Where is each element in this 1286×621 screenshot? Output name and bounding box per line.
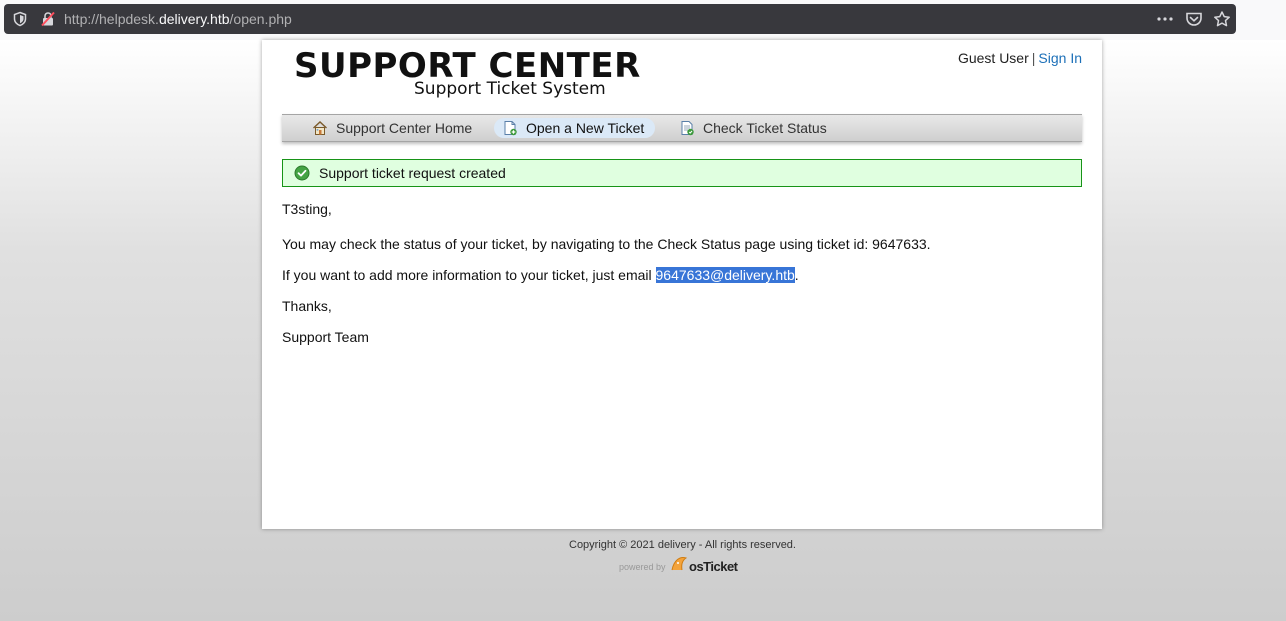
ticket-status-icon [681,121,694,136]
user-separator: | [1031,50,1036,66]
nav-item-open-ticket[interactable]: Open a New Ticket [494,118,655,138]
user-info: Guest User | Sign In [958,50,1082,66]
main-nav: Support Center Home Open a New Ticket Ch… [282,114,1082,142]
pocket-icon[interactable] [1185,11,1203,27]
url-prefix: http://helpdesk. [64,11,159,27]
email-line: If you want to add more information to y… [282,267,799,283]
url-path: /open.php [229,11,292,27]
greeting-text: T3sting, [282,201,332,217]
nav-item-home[interactable]: Support Center Home [304,118,474,138]
status-line: You may check the status of your ticket,… [282,236,931,252]
nav-label-check-status: Check Ticket Status [703,120,827,136]
site-logo-subtitle: Support Ticket System [414,79,606,99]
address-bar[interactable]: http://helpdesk.delivery.htb/open.php [4,4,1236,34]
copyright-text: Copyright © 2021 delivery - All rights r… [569,539,796,551]
bookmark-star-icon[interactable] [1213,11,1231,27]
success-notice: Support ticket request created [282,159,1082,187]
email-line-suffix: . [794,267,799,283]
nav-label-home: Support Center Home [336,120,473,136]
powered-by-label: powered by [619,562,666,572]
signature-text: Support Team [282,329,369,345]
osticket-brand: osTicket [689,559,738,574]
page-container: SUPPORT CENTER Support Ticket System Gue… [262,40,1102,529]
home-icon [313,121,327,135]
email-line-prefix: If you want to add more information to y… [282,267,656,283]
nav-item-check-status[interactable]: Check Ticket Status [671,118,831,138]
thanks-text: Thanks, [282,298,332,314]
more-icon[interactable] [1156,11,1174,27]
url-host: delivery.htb [158,11,230,27]
guest-user-label: Guest User [957,50,1029,66]
new-ticket-icon [504,121,517,136]
url-text[interactable]: http://helpdesk.delivery.htb/open.php [64,11,292,27]
shield-icon[interactable] [12,11,28,27]
browser-toolbar: http://helpdesk.delivery.htb/open.php [0,0,1286,40]
insecure-lock-icon[interactable] [40,11,56,27]
notice-message: Support ticket request created [319,165,506,181]
sign-in-link[interactable]: Sign In [1038,50,1082,66]
check-circle-icon [294,165,310,181]
nav-label-open-ticket: Open a New Ticket [526,120,645,136]
ticket-email-address[interactable]: 9647633@delivery.htb [655,267,795,283]
